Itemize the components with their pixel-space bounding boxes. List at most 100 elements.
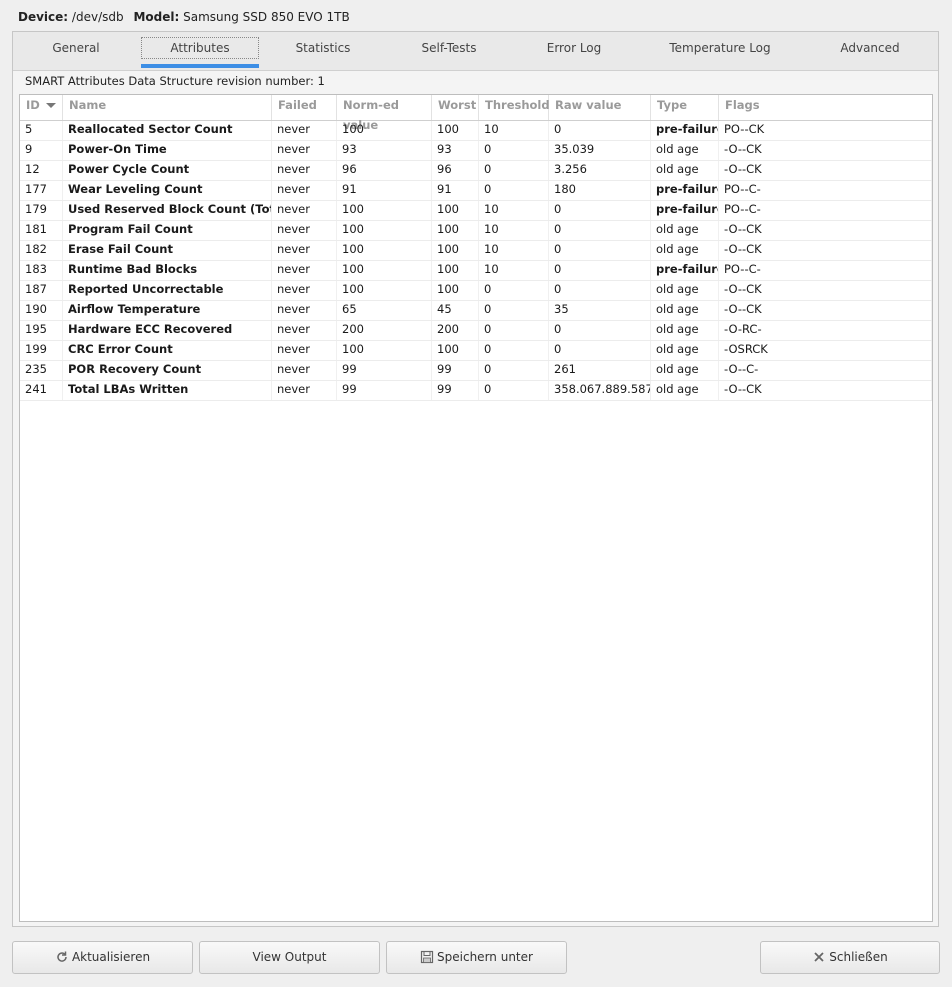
- cell-threshold: 10: [479, 121, 549, 140]
- cell-raw-value: 0: [549, 321, 651, 340]
- cell-worst: 100: [432, 241, 479, 260]
- column-header-worst[interactable]: Worst: [432, 95, 479, 120]
- tab-label: Statistics: [295, 41, 351, 55]
- save-as-button-label: Speichern unter: [437, 950, 533, 964]
- cell-worst: 91: [432, 181, 479, 200]
- cell-id: 12: [20, 161, 63, 180]
- sort-descending-icon: [45, 103, 56, 108]
- tab-advanced[interactable]: Advanced: [805, 32, 935, 68]
- cell-flags: PO--C-: [719, 261, 932, 280]
- refresh-button[interactable]: Aktualisieren: [12, 941, 193, 974]
- column-header-threshold[interactable]: Threshold: [479, 95, 550, 120]
- table-row[interactable]: 5 Reallocated Sector Count never 100 100 10 0 p…: [20, 121, 932, 141]
- cell-normed-value: 100: [337, 241, 432, 260]
- table-row[interactable]: 199 CRC Error Count never 100 100 0 0 old age -O…: [20, 341, 932, 361]
- table-row[interactable]: 177 Wear Leveling Count never 91 91 0 180 pre-f…: [20, 181, 932, 201]
- tab-self-tests[interactable]: Self-Tests: [387, 32, 511, 68]
- device-value: /dev/sdb: [71, 10, 124, 24]
- table-row[interactable]: 179 Used Reserved Block Count (Total) neve…: [20, 201, 932, 221]
- column-header-type[interactable]: Type: [651, 95, 719, 120]
- column-header-raw-value[interactable]: Raw value: [549, 95, 651, 120]
- table-row[interactable]: 235 POR Recovery Count never 99 99 0 261 old ag…: [20, 361, 932, 381]
- table-row[interactable]: 183 Runtime Bad Blocks never 100 100 10 0 pre-f…: [20, 261, 932, 281]
- cell-flags: -O--CK: [719, 381, 932, 400]
- table-body: 5 Reallocated Sector Count never 100 100 10 0 p…: [20, 121, 932, 401]
- tab-attributes[interactable]: Attributes: [141, 32, 259, 68]
- column-header-failed[interactable]: Failed: [272, 95, 337, 120]
- cell-threshold: 0: [479, 281, 549, 300]
- table-row[interactable]: 187 Reported Uncorrectable never 100 100 0 0 ol…: [20, 281, 932, 301]
- cell-failed: never: [272, 221, 337, 240]
- cell-worst: 99: [432, 381, 479, 400]
- tab-temperature-log[interactable]: Temperature Log: [637, 32, 803, 68]
- close-button[interactable]: Schließen: [760, 941, 940, 974]
- cell-threshold: 0: [479, 161, 549, 180]
- cell-threshold: 0: [479, 341, 549, 360]
- cell-raw-value: 0: [549, 121, 651, 140]
- column-header-id[interactable]: ID: [20, 95, 63, 120]
- cell-worst: 100: [432, 341, 479, 360]
- tab-error-log[interactable]: Error Log: [513, 32, 635, 68]
- cell-threshold: 10: [479, 261, 549, 280]
- cell-type: old age: [651, 281, 719, 300]
- device-label: Device:: [18, 10, 69, 24]
- cell-worst: 100: [432, 121, 479, 140]
- cell-type: old age: [651, 241, 719, 260]
- table-row[interactable]: 190 Airflow Temperature never 65 45 0 35 old ag…: [20, 301, 932, 321]
- tab-statistics[interactable]: Statistics: [261, 32, 385, 68]
- cell-flags: PO--CK: [719, 121, 932, 140]
- cell-raw-value: 261: [549, 361, 651, 380]
- table-header: ID Name Failed Norm-ed value Worst Thres…: [20, 95, 932, 132]
- table-row[interactable]: 9 Power-On Time never 93 93 0 35.039 old age -O-…: [20, 141, 932, 161]
- cell-normed-value: 100: [337, 261, 432, 280]
- cell-normed-value: 200: [337, 321, 432, 340]
- cell-failed: never: [272, 321, 337, 340]
- cell-type: old age: [651, 221, 719, 240]
- cell-raw-value: 3.256: [549, 161, 651, 180]
- tab-bar: General Attributes Statistics Self-Tests…: [13, 32, 938, 71]
- table-row[interactable]: 181 Program Fail Count never 100 100 10 0 old a…: [20, 221, 932, 241]
- cell-raw-value: 0: [549, 261, 651, 280]
- table-row[interactable]: 182 Erase Fail Count never 100 100 10 0 old age…: [20, 241, 932, 261]
- save-as-button[interactable]: Speichern unter: [386, 941, 567, 974]
- cell-type: old age: [651, 361, 719, 380]
- cell-raw-value: 35.039: [549, 141, 651, 160]
- cell-name: POR Recovery Count: [63, 361, 272, 380]
- cell-failed: never: [272, 301, 337, 320]
- refresh-button-label: Aktualisieren: [71, 950, 151, 964]
- table-row[interactable]: 12 Power Cycle Count never 96 96 0 3.256 old ag…: [20, 161, 932, 181]
- cell-failed: never: [272, 121, 337, 140]
- cell-type: pre-failure: [651, 201, 719, 220]
- cell-failed: never: [272, 381, 337, 400]
- cell-normed-value: 93: [337, 141, 432, 160]
- attributes-table[interactable]: ID Name Failed Norm-ed value Worst Thres…: [19, 94, 933, 922]
- tab-label: Advanced: [840, 41, 900, 55]
- cell-type: old age: [651, 301, 719, 320]
- view-output-button[interactable]: View Output: [199, 941, 380, 974]
- cell-raw-value: 0: [549, 201, 651, 220]
- cell-raw-value: 0: [549, 281, 651, 300]
- cell-normed-value: 100: [337, 221, 432, 240]
- cell-id: 187: [20, 281, 63, 300]
- table-row[interactable]: 241 Total LBAs Written never 99 99 0 358.067.8…: [20, 381, 932, 401]
- cell-worst: 100: [432, 261, 479, 280]
- column-header-flags[interactable]: Flags: [719, 95, 932, 120]
- cell-threshold: 10: [479, 221, 549, 240]
- cell-normed-value: 100: [337, 341, 432, 360]
- column-header-normed-value[interactable]: Norm-ed value: [337, 95, 432, 132]
- tab-general[interactable]: General: [13, 32, 139, 68]
- tab-label: Self-Tests: [421, 41, 477, 55]
- cell-id: 182: [20, 241, 63, 260]
- close-icon: [814, 951, 824, 962]
- tab-label: General: [52, 41, 100, 55]
- cell-name: Used Reserved Block Count (Total): [63, 201, 272, 220]
- cell-flags: PO--C-: [719, 201, 932, 220]
- cell-type: pre-failure: [651, 181, 719, 200]
- cell-flags: -OSRCK: [719, 341, 932, 360]
- cell-name: Reported Uncorrectable: [63, 281, 272, 300]
- column-header-name[interactable]: Name: [63, 95, 272, 120]
- cell-normed-value: 100: [337, 201, 432, 220]
- cell-threshold: 0: [479, 381, 549, 400]
- table-row[interactable]: 195 Hardware ECC Recovered never 200 200 0 0 ol…: [20, 321, 932, 341]
- cell-id: 199: [20, 341, 63, 360]
